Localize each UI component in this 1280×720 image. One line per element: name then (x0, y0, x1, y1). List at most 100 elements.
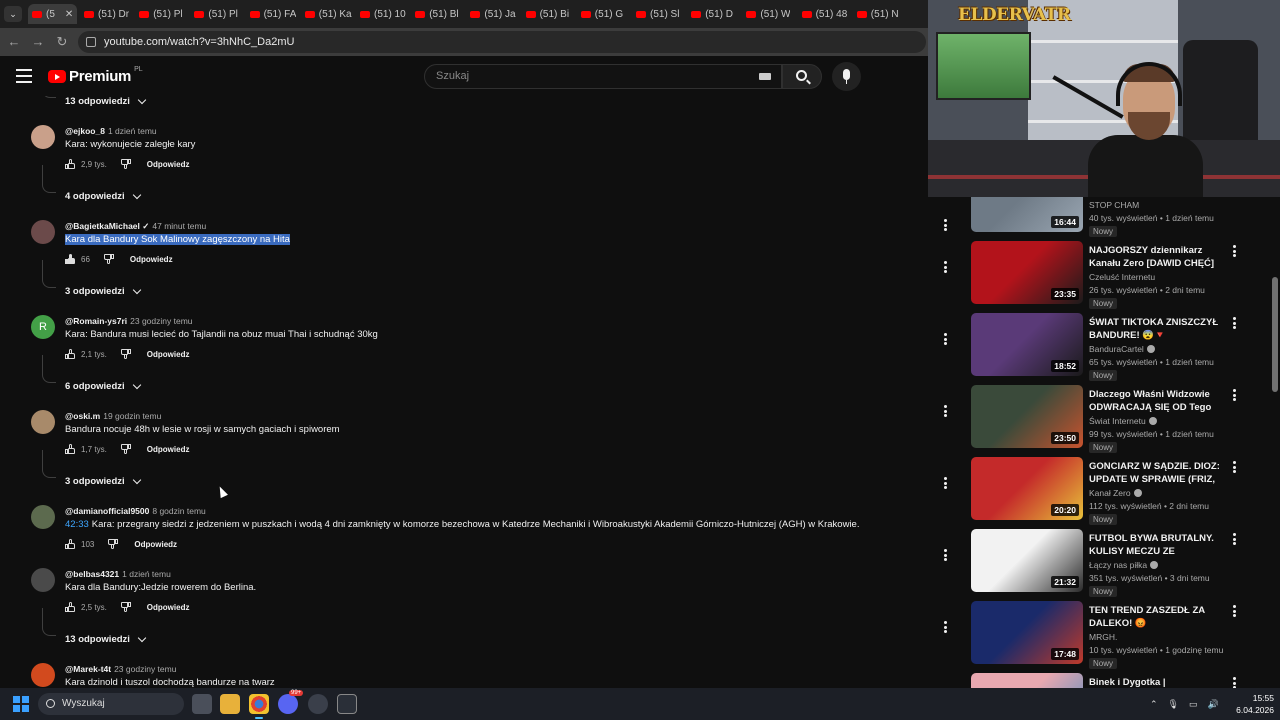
browser-tab[interactable]: (51) Ka (304, 4, 352, 24)
browser-tab[interactable]: (51) G (580, 4, 623, 24)
dislike-icon[interactable] (120, 602, 131, 612)
youtube-logo[interactable]: Premium PL (48, 66, 143, 85)
comment-author[interactable]: @damianofficial9500 8 godzin temu (65, 506, 206, 516)
comment-author[interactable]: @ejkoo_8 1 dzień temu (65, 126, 157, 136)
comment-time[interactable]: 23 godziny temu (114, 664, 176, 674)
search-button[interactable] (782, 64, 822, 89)
channel-name[interactable]: STOP CHAM (1089, 200, 1139, 210)
comment-time[interactable]: 23 godziny temu (130, 316, 192, 326)
close-tab-icon[interactable]: ✕ (65, 9, 73, 20)
dislike-icon[interactable] (120, 349, 131, 359)
avatar[interactable] (31, 125, 55, 149)
like-icon[interactable] (65, 602, 75, 612)
related-video[interactable]: 17:48 TEN TREND ZASZEDŁ ZA DALEKO! 😡 MRGH.… (930, 601, 1270, 673)
comment-time[interactable]: 19 godzin temu (103, 411, 161, 421)
windows-start-icon[interactable] (13, 696, 29, 712)
channel-name[interactable]: BanduraCartel (1089, 344, 1155, 354)
menu-icon[interactable] (16, 69, 32, 83)
more-options-icon[interactable] (944, 621, 948, 633)
reply-button[interactable]: Odpowiedz (134, 540, 177, 549)
browser-tab[interactable]: (51) FA (249, 4, 296, 24)
file-explorer-icon[interactable] (220, 694, 240, 714)
voice-search-button[interactable] (832, 62, 861, 91)
video-title[interactable]: Binek i Dygotka | Wielkanocny (1089, 676, 1221, 688)
browser-tab[interactable]: (51) 48 (801, 4, 847, 24)
browser-tab[interactable]: (51) Pl (194, 4, 238, 24)
replies-toggle[interactable]: 13 odpowiedzi (65, 96, 147, 107)
more-options-icon[interactable] (1233, 677, 1237, 688)
timestamp-link[interactable]: 42:33 (65, 519, 89, 530)
browser-tab[interactable]: (5 ✕ (28, 4, 78, 24)
author-name[interactable]: @belbas4321 (65, 569, 119, 579)
comment-author[interactable]: @belbas4321 1 dzień temu (65, 569, 171, 579)
like-icon[interactable] (65, 254, 75, 264)
avatar[interactable] (31, 410, 55, 434)
scrollbar-thumb[interactable] (1272, 277, 1278, 392)
more-options-icon[interactable] (944, 405, 948, 417)
related-video[interactable]: 16:44 STOP CHAM 40 tys. wyświetleń • 1 dzi… (930, 197, 1270, 241)
more-options-icon[interactable] (1233, 317, 1237, 331)
author-name[interactable]: @damianofficial9500 (65, 506, 149, 516)
chrome-icon[interactable] (249, 694, 269, 719)
replies-toggle[interactable]: 3 odpowiedzi (65, 285, 141, 297)
search-input[interactable]: Szukaj (424, 64, 782, 89)
taskbar-search[interactable]: Wyszukaj (38, 693, 184, 715)
more-options-icon[interactable] (1233, 245, 1237, 259)
author-name[interactable]: @BagietkaMichael ✓ (65, 221, 149, 231)
browser-tab[interactable]: (51) Ja (470, 4, 516, 24)
avatar[interactable] (31, 568, 55, 592)
avatar[interactable] (31, 663, 55, 687)
more-options-icon[interactable] (1233, 533, 1237, 547)
discord-icon[interactable]: 99+ (278, 690, 304, 714)
avatar[interactable] (31, 220, 55, 244)
scrollbar[interactable] (1270, 197, 1280, 688)
reply-button[interactable]: Odpowiedz (147, 445, 190, 454)
related-video[interactable]: 23:35 NAJGORSZY dziennikarz Kanału Zero [… (930, 241, 1270, 313)
browser-tab[interactable]: (51) 10 (360, 4, 406, 24)
browser-tab[interactable]: (51) Bl (415, 4, 459, 24)
channel-name[interactable]: Kanał Zero (1089, 488, 1142, 498)
like-icon[interactable] (65, 349, 75, 359)
like-icon[interactable] (65, 539, 75, 549)
video-title[interactable]: FUTBOL BYWA BRUTALNY. KULISY MECZU ZE SZ… (1089, 532, 1221, 558)
comment-author[interactable]: @BagietkaMichael ✓ 47 minut temu (65, 221, 206, 232)
more-options-icon[interactable] (944, 477, 948, 489)
tab-search-icon[interactable]: ⌄ (4, 6, 22, 22)
browser-tab[interactable]: (51) Dr (84, 4, 129, 24)
keyboard-icon[interactable] (759, 73, 771, 80)
video-title[interactable]: NAJGORSZY dziennikarz Kanału Zero [DAWID… (1089, 244, 1221, 270)
replies-toggle[interactable]: 4 odpowiedzi (65, 190, 141, 202)
browser-tab[interactable]: (51) W (746, 4, 790, 24)
related-video[interactable]: 20:20 GONCIARZ W SĄDZIE. DIOZ: UPDATE W S… (930, 457, 1270, 529)
author-name[interactable]: @Romain-ys7ri (65, 316, 127, 326)
comment-author[interactable]: @Marek-t4t 23 godziny temu (65, 664, 176, 674)
video-thumbnail[interactable]: 17:48 (971, 601, 1083, 664)
video-title[interactable]: ŚWIAT TIKTOKA ZNISZCZYŁ BANDURE! 😨🔻 (1089, 316, 1221, 342)
related-video[interactable]: Binek i Dygotka | Wielkanocny (930, 673, 1270, 688)
video-thumbnail[interactable]: 18:52 (971, 313, 1083, 376)
video-title[interactable]: GONCIARZ W SĄDZIE. DIOZ: UPDATE W SPRAWI… (1089, 460, 1221, 486)
video-thumbnail[interactable]: 23:35 (971, 241, 1083, 304)
dislike-icon[interactable] (120, 159, 131, 169)
display-icon[interactable]: ▭ (1189, 699, 1198, 710)
avatar[interactable]: R (31, 315, 55, 339)
video-thumbnail[interactable]: 16:44 (971, 197, 1083, 232)
channel-name[interactable]: Łączy nas piłka (1089, 560, 1159, 570)
comment-author[interactable]: @Romain-ys7ri 23 godziny temu (65, 316, 193, 326)
more-options-icon[interactable] (944, 333, 948, 345)
channel-name[interactable]: Czeluść Internetu (1089, 272, 1155, 282)
author-name[interactable]: @ejkoo_8 (65, 126, 105, 136)
back-icon[interactable]: ← (6, 34, 22, 50)
reply-button[interactable]: Odpowiedz (130, 255, 173, 264)
replies-toggle[interactable]: 6 odpowiedzi (65, 380, 141, 392)
video-thumbnail[interactable]: 21:32 (971, 529, 1083, 592)
video-thumbnail[interactable]: 20:20 (971, 457, 1083, 520)
browser-tab[interactable]: (51) Pl (139, 4, 183, 24)
address-bar[interactable]: youtube.com/watch?v=3hNhC_Da2mU (78, 31, 926, 53)
reply-button[interactable]: Odpowiedz (147, 160, 190, 169)
dislike-icon[interactable] (103, 254, 114, 264)
app-window-icon[interactable] (337, 694, 357, 714)
replies-toggle[interactable]: 3 odpowiedzi (65, 475, 141, 487)
comment-time[interactable]: 47 minut temu (152, 221, 206, 231)
app-icon[interactable] (308, 694, 328, 714)
